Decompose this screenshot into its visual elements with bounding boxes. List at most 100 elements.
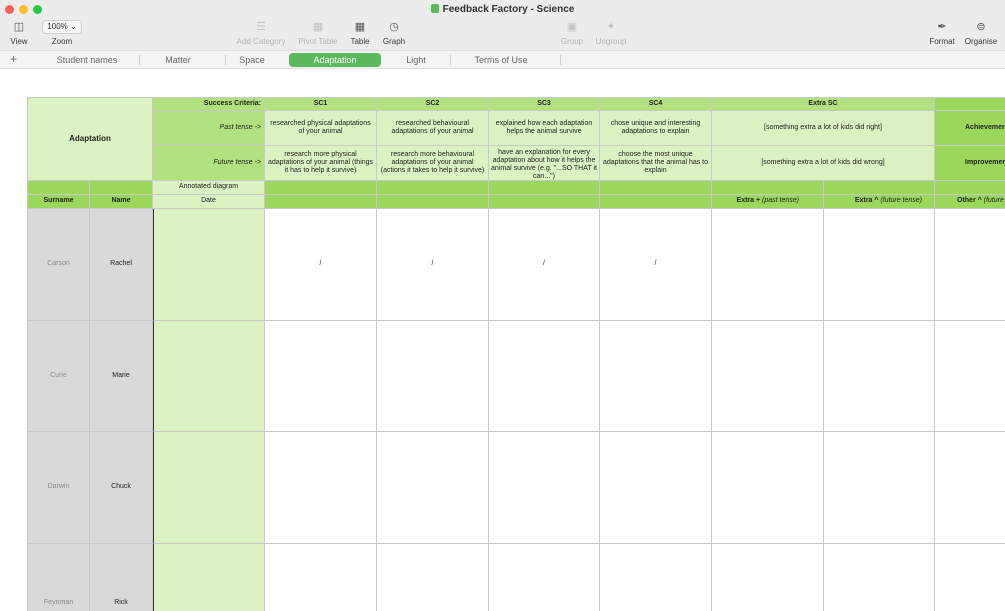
criteria-past-cell[interactable]: researched physical adaptations of your … xyxy=(265,111,377,146)
date-cell[interactable] xyxy=(153,209,265,321)
criteria-code-cell[interactable]: SC2 xyxy=(377,97,489,111)
organise-button[interactable]: ⊜ Organise xyxy=(962,20,1000,46)
format-button[interactable]: ✒ Format xyxy=(928,20,956,46)
blank-cell[interactable] xyxy=(90,181,153,195)
blank-cell[interactable] xyxy=(377,181,489,195)
pivot-table-button[interactable]: ▦ Pivot Table xyxy=(296,20,340,46)
mark-cell[interactable] xyxy=(377,321,489,432)
other-caret-cell[interactable] xyxy=(935,321,1005,432)
name-cell[interactable]: Rachel xyxy=(90,209,153,321)
surname-cell[interactable]: Darwin xyxy=(27,432,90,544)
extra-caret-cell[interactable] xyxy=(824,321,935,432)
improvement-header[interactable]: Improvemer xyxy=(935,146,1005,181)
annotated-diagram-cell[interactable]: Annotated diagram xyxy=(153,181,265,195)
date-cell[interactable] xyxy=(153,432,265,544)
criteria-code-cell[interactable]: SC4 xyxy=(600,97,712,111)
achievement-header[interactable]: Achievemer xyxy=(935,111,1005,146)
mark-cell[interactable] xyxy=(265,544,377,611)
date-cell[interactable] xyxy=(153,321,265,432)
other-caret-cell[interactable] xyxy=(935,432,1005,544)
blank-cell[interactable] xyxy=(27,181,90,195)
extra-plus-header[interactable]: Extra + (past tense) xyxy=(712,195,824,209)
criteria-future-cell[interactable]: research more physical adaptations of yo… xyxy=(265,146,377,181)
mark-cell[interactable] xyxy=(489,432,600,544)
criteria-past-cell[interactable]: explained how each adaptation helps the … xyxy=(489,111,600,146)
blank-cell[interactable] xyxy=(265,181,377,195)
ungroup-button[interactable]: ✦ Ungroup xyxy=(593,20,629,46)
tab-student-names[interactable]: Student names xyxy=(44,53,140,67)
surname-cell[interactable]: Carson xyxy=(27,209,90,321)
extra-past-cell[interactable]: [something extra a lot of kids did right… xyxy=(712,111,935,146)
mark-cell[interactable] xyxy=(489,321,600,432)
blank-cell[interactable] xyxy=(712,181,824,195)
mark-cell[interactable]: / xyxy=(265,209,377,321)
extra-plus-cell[interactable] xyxy=(712,544,824,611)
extra-plus-cell[interactable] xyxy=(712,432,824,544)
date-header[interactable]: Date xyxy=(153,195,265,209)
criteria-code-cell[interactable]: SC3 xyxy=(489,97,600,111)
extra-caret-cell[interactable] xyxy=(824,432,935,544)
mark-cell[interactable]: / xyxy=(600,209,712,321)
criteria-past-cell[interactable]: chose unique and interesting adaptations… xyxy=(600,111,712,146)
extra-caret-header[interactable]: Extra ^ (future tense) xyxy=(824,195,935,209)
mark-cell[interactable] xyxy=(377,544,489,611)
mark-cell[interactable] xyxy=(265,432,377,544)
surname-cell[interactable]: Curie xyxy=(27,321,90,432)
surname-header[interactable]: Surname xyxy=(27,195,90,209)
mark-cell[interactable] xyxy=(600,321,712,432)
mark-cell[interactable]: / xyxy=(377,209,489,321)
surname-cell[interactable]: Feynman xyxy=(27,544,90,611)
extra-plus-cell[interactable] xyxy=(712,321,824,432)
name-cell[interactable]: Rick xyxy=(90,544,153,611)
view-button[interactable]: ◫ View xyxy=(8,20,30,46)
blank-cell[interactable] xyxy=(377,195,489,209)
extra-caret-cell[interactable] xyxy=(824,544,935,611)
topic-cell[interactable]: Adaptation xyxy=(27,97,153,181)
success-criteria-label[interactable]: Success Criteria: xyxy=(153,97,265,111)
other-caret-cell[interactable] xyxy=(935,209,1005,321)
name-cell[interactable]: Marie xyxy=(90,321,153,432)
other-caret-cell[interactable] xyxy=(935,544,1005,611)
graph-button[interactable]: ◷ Graph xyxy=(380,20,408,46)
add-sheet-button[interactable]: + xyxy=(10,52,17,66)
tab-matter[interactable]: Matter xyxy=(140,53,226,67)
criteria-code-cell[interactable]: SC1 xyxy=(265,97,377,111)
tab-terms-of-use[interactable]: Terms of Use xyxy=(451,53,561,67)
blank-cell[interactable] xyxy=(265,195,377,209)
mark-cell[interactable]: / xyxy=(489,209,600,321)
criteria-future-cell[interactable]: choose the most unique adaptations that … xyxy=(600,146,712,181)
mark-cell[interactable] xyxy=(489,544,600,611)
blank-cell[interactable] xyxy=(935,181,1005,195)
mark-cell[interactable] xyxy=(377,432,489,544)
blank-cell[interactable] xyxy=(489,181,600,195)
mark-cell[interactable] xyxy=(600,432,712,544)
tab-space[interactable]: Space xyxy=(226,53,278,67)
name-header[interactable]: Name xyxy=(90,195,153,209)
criteria-future-cell[interactable]: research more behavioural adaptations of… xyxy=(377,146,489,181)
zoom-value[interactable]: 100% ⌄ xyxy=(42,20,82,34)
tab-light[interactable]: Light xyxy=(391,53,451,67)
blank-cell[interactable] xyxy=(824,181,935,195)
criteria-future-cell[interactable]: have an explanation for every adaptation… xyxy=(489,146,600,181)
other-caret-header[interactable]: Other ^ (future xyxy=(935,195,1005,209)
tab-adaptation[interactable]: Adaptation xyxy=(289,53,381,67)
group-button[interactable]: ▣ Group xyxy=(558,20,586,46)
date-cell[interactable] xyxy=(153,544,265,611)
table-button[interactable]: ▦ Table xyxy=(346,20,374,46)
zoom-menu[interactable]: 100% ⌄ Zoom xyxy=(40,20,84,46)
add-category-button[interactable]: ☰ Add Category xyxy=(232,20,290,46)
mark-cell[interactable] xyxy=(265,321,377,432)
blank-cell[interactable] xyxy=(935,97,1005,111)
blank-cell[interactable] xyxy=(489,195,600,209)
blank-cell[interactable] xyxy=(600,181,712,195)
future-tense-label[interactable]: Future tense -> xyxy=(153,146,265,181)
past-tense-label[interactable]: Past tense -> xyxy=(153,111,265,146)
extra-sc-header[interactable]: Extra SC xyxy=(712,97,935,111)
extra-caret-cell[interactable] xyxy=(824,209,935,321)
extra-future-cell[interactable]: [something extra a lot of kids did wrong… xyxy=(712,146,935,181)
criteria-past-cell[interactable]: researched behavioural adaptations of yo… xyxy=(377,111,489,146)
mark-cell[interactable] xyxy=(600,544,712,611)
blank-cell[interactable] xyxy=(600,195,712,209)
name-cell[interactable]: Chuck xyxy=(90,432,153,544)
extra-plus-cell[interactable] xyxy=(712,209,824,321)
